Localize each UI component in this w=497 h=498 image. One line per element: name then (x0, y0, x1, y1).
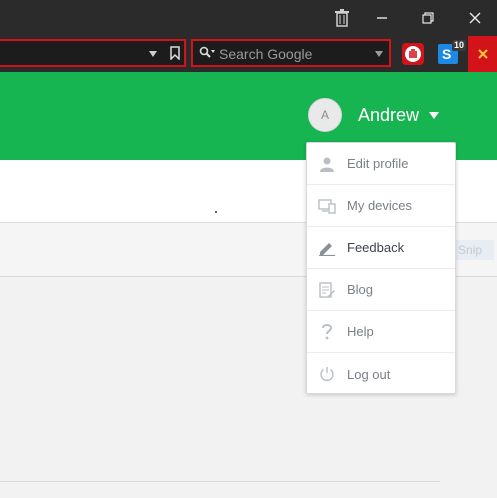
menu-item-log-out[interactable]: Log out (307, 353, 455, 395)
search-bar[interactable] (191, 39, 391, 67)
menu-item-my-devices[interactable]: My devices (307, 185, 455, 227)
bookmark-icon[interactable] (170, 46, 180, 65)
tools-extension-icon[interactable] (468, 36, 497, 72)
menu-item-blog[interactable]: Blog (307, 269, 455, 311)
menu-item-label: Feedback (347, 240, 405, 255)
menu-item-label: Blog (347, 282, 374, 297)
user-dropdown-menu: Edit profile My devices Feedback Blog He… (306, 142, 456, 394)
menu-item-label: Edit profile (347, 156, 409, 171)
search-icon (199, 46, 215, 65)
trash-icon[interactable] (322, 0, 362, 36)
search-dropdown-icon[interactable] (374, 47, 384, 65)
blog-icon (318, 281, 336, 299)
close-button[interactable] (455, 0, 495, 36)
stop-hand-extension-icon[interactable] (401, 42, 425, 66)
svg-text:S: S (442, 46, 451, 62)
cursor-dot (215, 211, 217, 213)
browser-toolbar: S 10 (0, 36, 497, 72)
user-menu-caret-icon[interactable] (429, 112, 439, 119)
avatar[interactable]: A (308, 98, 342, 132)
restore-button[interactable] (408, 0, 448, 36)
search-input[interactable] (219, 44, 364, 64)
dropdown-arrow-icon[interactable] (148, 47, 158, 65)
menu-item-help[interactable]: Help (307, 311, 455, 353)
person-icon (318, 155, 336, 173)
divider (0, 481, 440, 482)
menu-item-label: Help (347, 324, 374, 339)
devices-icon (318, 197, 336, 215)
menu-item-label: Log out (347, 366, 391, 382)
address-bar[interactable] (0, 39, 186, 67)
help-icon (318, 323, 336, 341)
feedback-pen-icon (318, 239, 336, 257)
power-icon (318, 365, 336, 383)
menu-item-label: My devices (347, 198, 413, 213)
menu-item-edit-profile[interactable]: Edit profile (307, 143, 455, 185)
username-label[interactable]: Andrew (358, 105, 419, 126)
minimize-button[interactable] (362, 0, 402, 36)
extension-badge: 10 (451, 40, 466, 51)
s-extension-icon[interactable]: S 10 (436, 40, 466, 66)
window-titlebar (0, 0, 497, 36)
menu-item-feedback[interactable]: Feedback (307, 227, 455, 269)
